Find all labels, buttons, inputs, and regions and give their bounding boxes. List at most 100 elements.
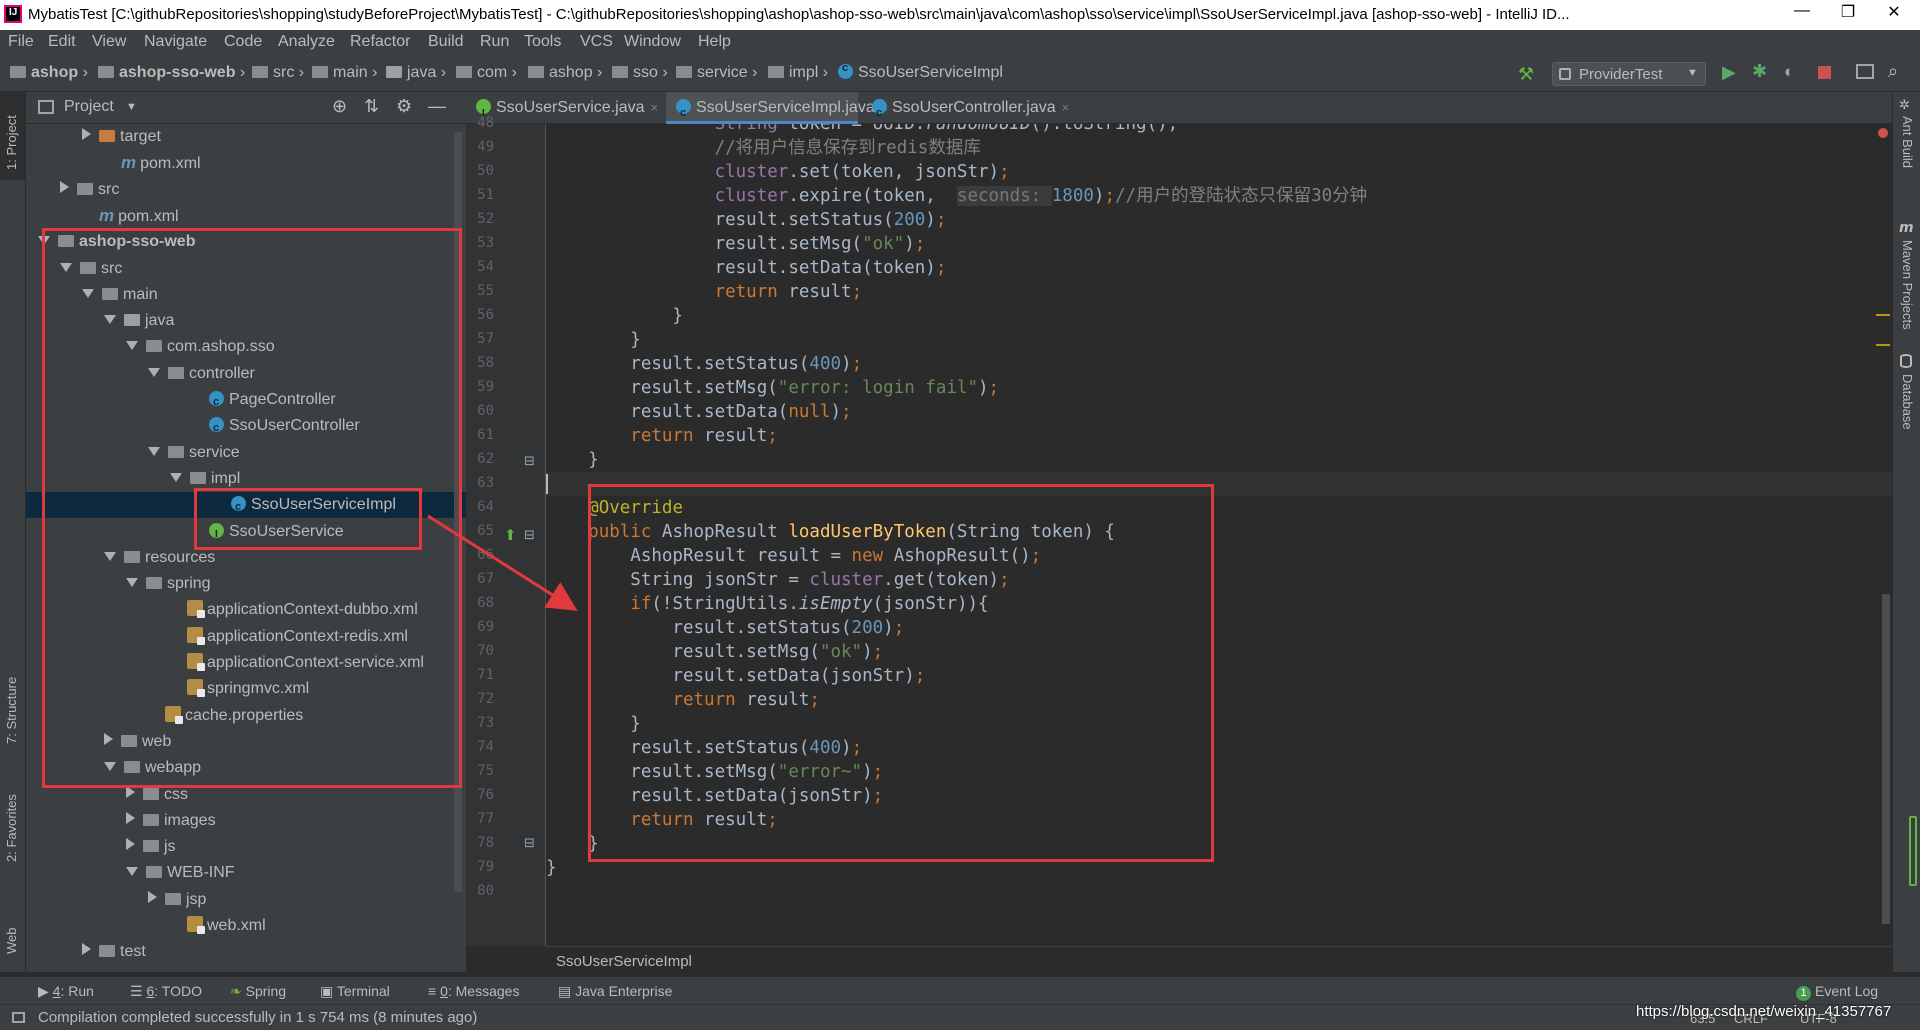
project-structure-icon[interactable] (1856, 64, 1874, 79)
tree-item-impl[interactable]: impl (26, 466, 466, 492)
expanded-arrow-icon[interactable] (104, 551, 116, 561)
expanded-arrow-icon[interactable] (104, 315, 116, 325)
chevron-down-icon[interactable]: ▼ (126, 101, 137, 113)
favorites-tool-tab[interactable]: 2: Favorites (4, 794, 19, 862)
expanded-arrow-icon[interactable] (82, 288, 94, 298)
event-log-tool-tab[interactable]: 1 Event Log (1796, 983, 1878, 1001)
tree-item-spring[interactable]: spring (26, 571, 466, 597)
tree-item-pagecontroller[interactable]: PageController (26, 387, 466, 415)
tree-item-controller[interactable]: controller (26, 361, 466, 387)
menu-refactor[interactable]: Refactor (350, 33, 410, 51)
java-enterprise-tool-tab[interactable]: ▤ Java Enterprise (558, 983, 672, 1000)
menu-help[interactable]: Help (698, 33, 731, 51)
todo-tool-tab[interactable]: ☰ 6: TODO (130, 983, 202, 1000)
menu-edit[interactable]: Edit (48, 33, 76, 51)
tree-item-applicationcontext-dubbo-xml[interactable]: applicationContext-dubbo.xml (26, 597, 466, 623)
tree-item-src[interactable]: src (26, 256, 466, 282)
tree-item-js[interactable]: js (26, 834, 466, 860)
menu-window[interactable]: Window (624, 33, 681, 51)
breadcrumb-sso[interactable]: sso › (612, 64, 668, 82)
tab-ssouserservice[interactable]: SsoUserService.java × (466, 92, 662, 130)
memory-indicator[interactable] (1909, 816, 1917, 886)
error-indicator-icon[interactable] (1878, 128, 1888, 138)
database-tool-tab[interactable]: Database (1900, 374, 1915, 430)
tree-item-ashop-sso-web[interactable]: ashop-sso-web (26, 229, 466, 255)
expanded-arrow-icon[interactable] (148, 367, 160, 377)
messages-tool-tab[interactable]: ≡ 0: Messages (428, 983, 519, 999)
web-tool-tab[interactable]: Web (4, 928, 19, 955)
collapsed-arrow-icon[interactable] (126, 785, 135, 798)
breadcrumb-com[interactable]: com › (456, 64, 517, 82)
tree-item-test[interactable]: test (26, 939, 466, 965)
tree-item-css[interactable]: css (26, 782, 466, 808)
fold-marker-icon[interactable]: ⊟ (524, 836, 535, 851)
tree-item-com-ashop-sso[interactable]: com.ashop.sso (26, 334, 466, 360)
spring-tool-tab[interactable]: ❧ Spring (230, 983, 286, 1000)
breadcrumb-java[interactable]: java › (386, 64, 446, 82)
collapsed-arrow-icon[interactable] (82, 128, 91, 140)
tree-item-web-inf[interactable]: WEB-INF (26, 860, 466, 886)
tree-item-pom-xml[interactable]: m pom.xml (26, 203, 466, 229)
tree-item-java[interactable]: java (26, 308, 466, 334)
tree-item-applicationcontext-redis-xml[interactable]: applicationContext-redis.xml (26, 624, 466, 650)
breadcrumb-src[interactable]: src › (252, 64, 304, 82)
collapsed-arrow-icon[interactable] (82, 943, 91, 956)
menu-build[interactable]: Build (428, 33, 464, 51)
tab-ssouserserviceimpl[interactable]: SsoUserServiceImpl.java× (666, 92, 888, 129)
breadcrumb-ashop[interactable]: ashop › (10, 64, 88, 82)
expanded-arrow-icon[interactable] (148, 446, 160, 456)
menu-run[interactable]: Run (480, 33, 509, 51)
tree-item-src[interactable]: src (26, 177, 466, 203)
breadcrumb-class[interactable]: SsoUserServiceImpl (838, 62, 1003, 82)
tree-item-web[interactable]: web (26, 729, 466, 755)
editor-scrollbar[interactable] (1882, 594, 1890, 924)
menu-analyze[interactable]: Analyze (278, 33, 335, 51)
tree-item-ssousercontroller[interactable]: SsoUserController (26, 413, 466, 441)
close-tab-icon[interactable]: × (1062, 100, 1070, 115)
breadcrumb-ashop-sso-web[interactable]: ashop-sso-web › (98, 64, 245, 82)
minimize-button[interactable]: — (1782, 2, 1822, 28)
expanded-arrow-icon[interactable] (170, 472, 182, 482)
coverage-icon[interactable]: ◐ (1784, 62, 1794, 82)
fold-marker-icon[interactable]: ⊟ (524, 454, 535, 469)
terminal-tool-tab[interactable]: ▣ Terminal (320, 983, 390, 1000)
collapsed-arrow-icon[interactable] (104, 732, 113, 745)
debug-icon[interactable]: ✱ (1752, 61, 1767, 82)
target-icon[interactable]: ⊕ (332, 96, 347, 117)
collapsed-arrow-icon[interactable] (60, 180, 69, 193)
tree-item-resources[interactable]: resources (26, 545, 466, 571)
tree-item-pom-xml[interactable]: m pom.xml (26, 150, 466, 176)
menu-tools[interactable]: Tools (524, 33, 561, 51)
expanded-arrow-icon[interactable] (126, 578, 138, 588)
run-icon[interactable]: ▶ (1722, 62, 1736, 83)
maven-projects-tool-tab[interactable]: Maven Projects (1900, 240, 1915, 330)
collapse-icon[interactable]: ⇅ (364, 96, 379, 117)
project-panel-title[interactable]: Project (64, 98, 114, 116)
restore-button[interactable]: ❐ (1828, 2, 1868, 28)
tree-item-main[interactable]: main (26, 282, 466, 308)
stop-icon[interactable] (1818, 66, 1831, 79)
tree-item-webapp[interactable]: webapp (26, 755, 466, 781)
menu-vcs[interactable]: VCS (580, 33, 613, 51)
minimize-icon[interactable]: — (428, 96, 446, 117)
close-tab-icon[interactable]: × (651, 100, 659, 115)
expanded-arrow-icon[interactable] (60, 262, 72, 272)
expanded-arrow-icon[interactable] (126, 341, 138, 351)
tree-item-images[interactable]: images (26, 808, 466, 834)
expanded-arrow-icon[interactable] (104, 762, 116, 772)
collapsed-arrow-icon[interactable] (126, 838, 135, 851)
marker-stripe[interactable] (1876, 344, 1890, 346)
expanded-arrow-icon[interactable] (38, 236, 50, 246)
tree-item-ssouserserviceimpl[interactable]: SsoUserServiceImpl (26, 492, 466, 520)
search-icon[interactable]: ⌕ (1888, 61, 1898, 82)
run-tool-tab[interactable]: ▶ 4: Run (38, 983, 94, 1000)
run-config-dropdown[interactable]: ProviderTest ▼ (1552, 62, 1706, 86)
project-tool-tab[interactable]: 1: Project (0, 92, 25, 180)
tree-item-springmvc-xml[interactable]: springmvc.xml (26, 676, 466, 702)
editor-breadcrumb[interactable]: SsoUserServiceImpl (556, 953, 692, 970)
code-editor[interactable]: String token = UUID.randomUUID().toStrin… (546, 124, 1892, 946)
build-hammer-icon[interactable]: ⚒ (1518, 64, 1534, 85)
gear-icon[interactable]: ⚙ (396, 96, 412, 117)
marker-stripe[interactable] (1876, 314, 1890, 316)
tree-item-applicationcontext-service-xml[interactable]: applicationContext-service.xml (26, 650, 466, 676)
